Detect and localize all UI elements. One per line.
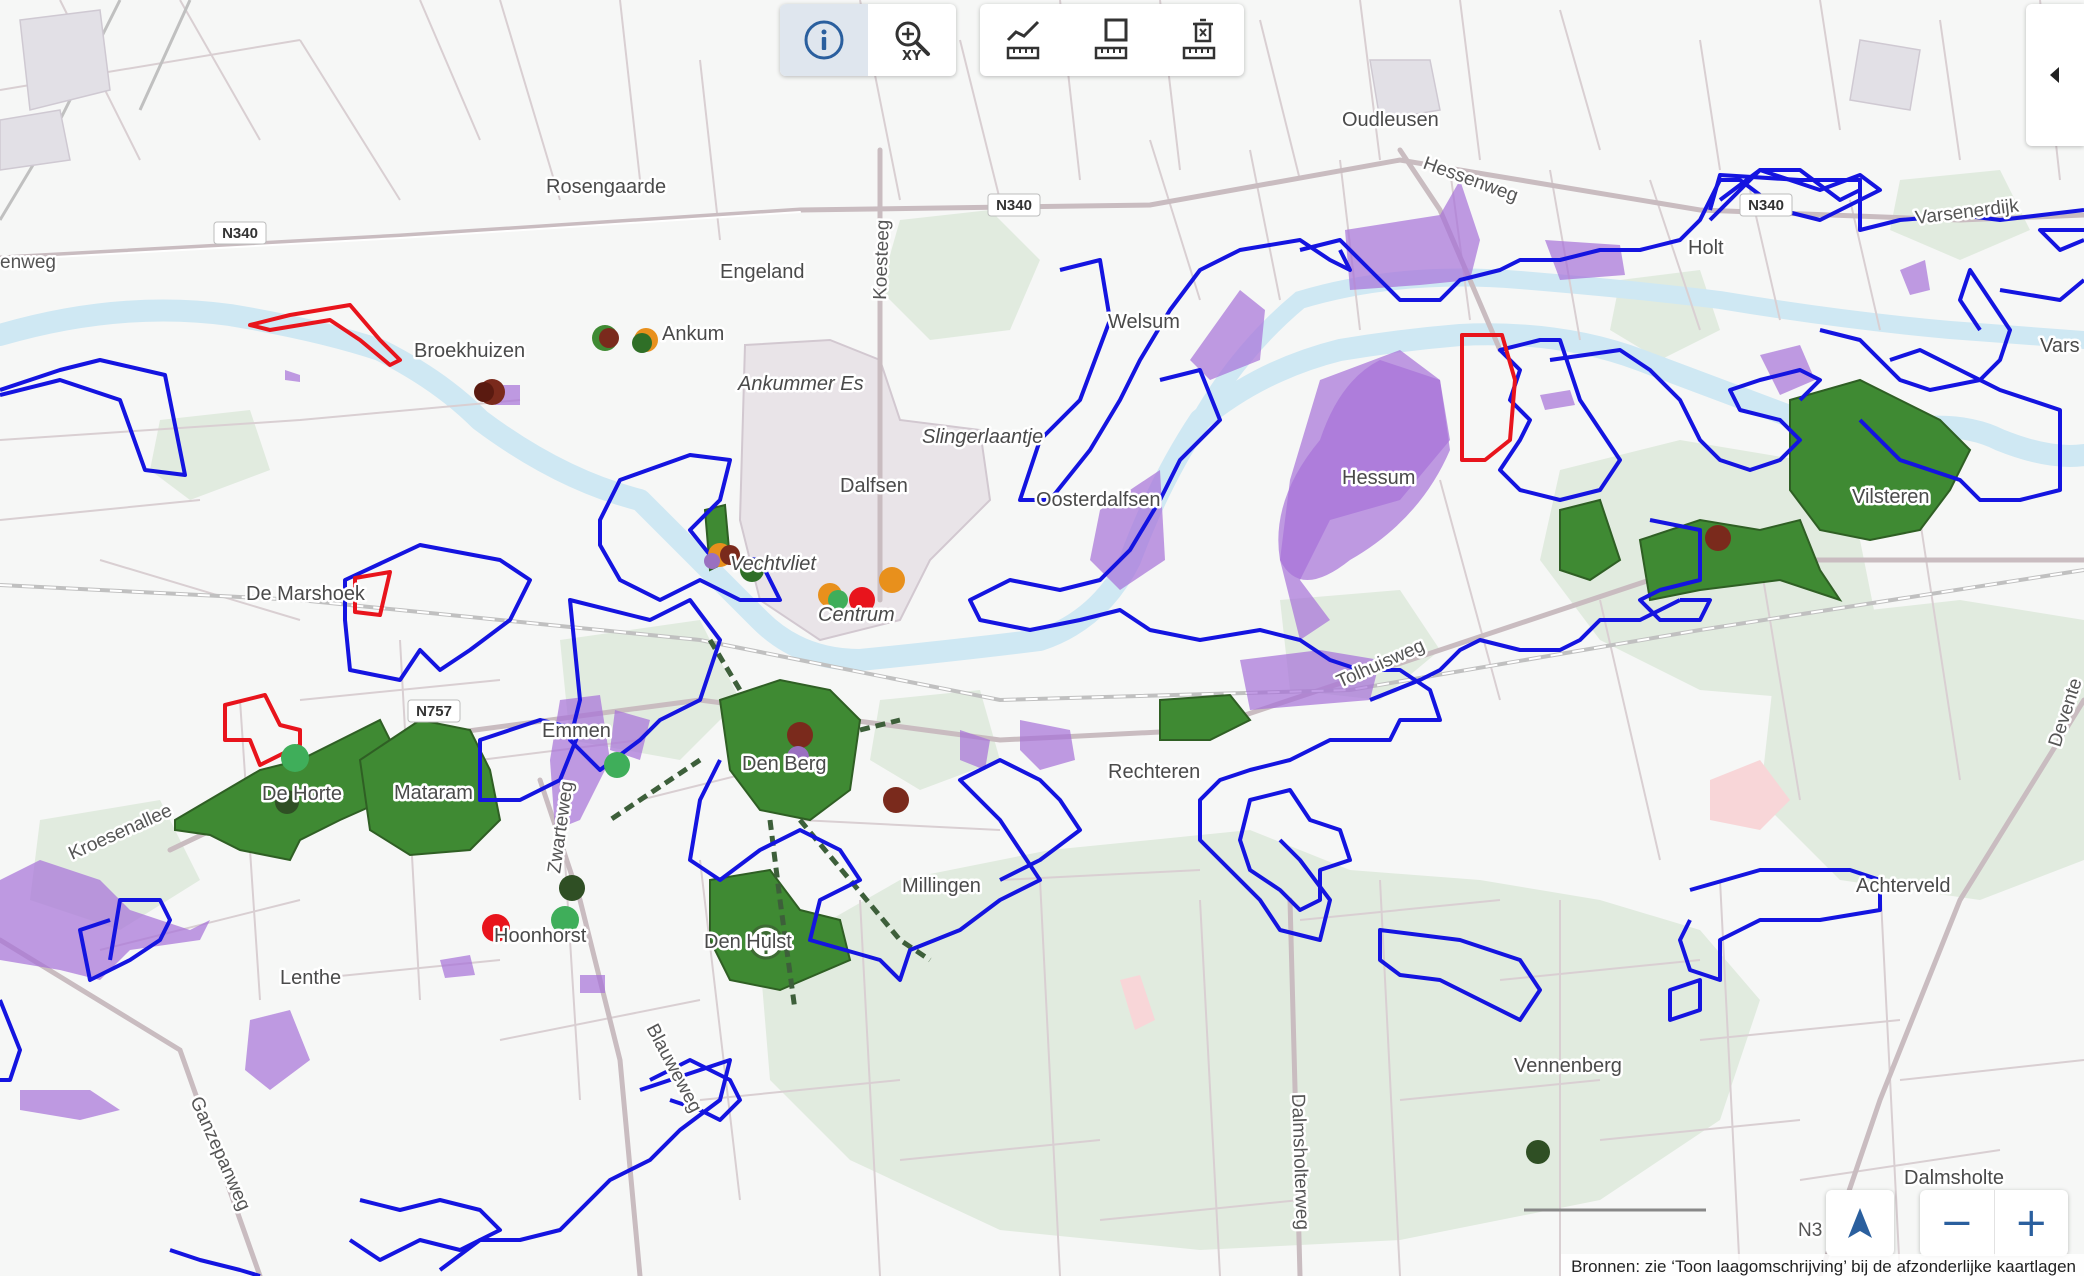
ruler-trash-icon [1182, 18, 1216, 60]
svg-text:Welsum: Welsum [1108, 311, 1180, 333]
road-shield: N340 [213, 221, 267, 245]
svg-text:Emmen: Emmen [542, 720, 611, 742]
navigation-arrow-icon [1848, 1208, 1872, 1238]
svg-text:Oosterdalfsen: Oosterdalfsen [1036, 489, 1161, 511]
toolbar-tools: XY [780, 4, 956, 76]
svg-text:N3: N3 [1798, 1220, 1822, 1241]
svg-text:Mataram: Mataram [394, 782, 473, 804]
svg-text:enweg: enweg [0, 252, 56, 273]
svg-text:Vechtvliet: Vechtvliet [730, 553, 817, 575]
ruler-line-icon [1006, 20, 1040, 60]
svg-text:Vars: Vars [2040, 335, 2080, 357]
svg-text:Holt: Holt [1688, 237, 1724, 259]
zoom-out-button[interactable]: − [1920, 1190, 1994, 1256]
svg-text:Koesteeg: Koesteeg [870, 219, 894, 300]
toolbar-measure [980, 4, 1244, 76]
svg-text:De Marshoek: De Marshoek [246, 583, 366, 605]
svg-text:Broekhuizen: Broekhuizen [414, 340, 525, 362]
svg-text:Hessum: Hessum [1342, 467, 1415, 489]
svg-text:N340: N340 [222, 225, 258, 242]
measure-area-button[interactable] [1068, 4, 1156, 76]
measure-clear-button[interactable] [1156, 4, 1244, 76]
ruler-square-icon [1094, 18, 1128, 60]
svg-text:Oudleusen: Oudleusen [1342, 109, 1439, 131]
svg-text:Vennenberg: Vennenberg [1514, 1055, 1622, 1077]
info-button[interactable] [780, 4, 868, 76]
svg-text:Slingerlaantje: Slingerlaantje [922, 426, 1043, 448]
tree-marker [883, 787, 909, 813]
svg-text:N340: N340 [996, 197, 1032, 214]
svg-text:N757: N757 [416, 703, 452, 720]
svg-text:Rechteren: Rechteren [1108, 761, 1200, 783]
caret-left-icon [2050, 67, 2059, 83]
tree-marker [604, 752, 630, 778]
svg-text:Engeland: Engeland [720, 261, 805, 283]
svg-text:Achterveld: Achterveld [1856, 875, 1951, 897]
svg-text:Dalmsholte: Dalmsholte [1904, 1167, 2004, 1189]
svg-text:Rosengaarde: Rosengaarde [546, 176, 666, 198]
svg-text:Ankum: Ankum [662, 323, 724, 345]
measure-line-button[interactable] [980, 4, 1068, 76]
road-shield: N340 [1739, 193, 1793, 217]
road-shield: N757 [407, 699, 461, 723]
svg-text:Vilsteren: Vilsteren [1852, 486, 1929, 508]
zoom-controls: − + [1920, 1190, 2068, 1256]
svg-text:Hoonhorst: Hoonhorst [494, 925, 587, 947]
svg-text:Ankummer Es: Ankummer Es [737, 373, 864, 395]
tree-marker [1705, 525, 1731, 551]
info-circle-icon [804, 20, 844, 60]
tree-marker [281, 744, 309, 772]
tree-marker [1526, 1140, 1550, 1164]
svg-text:De Horte: De Horte [262, 783, 342, 805]
magnifier-xy-icon: XY [895, 21, 930, 62]
svg-text:N340: N340 [1748, 197, 1784, 214]
tree-marker [787, 722, 813, 748]
svg-text:Den Berg: Den Berg [742, 753, 827, 775]
map-attribution: Bronnen: zie ‘Toon laagomschrijving’ bij… [1561, 1254, 2084, 1276]
tree-marker [879, 567, 905, 593]
side-panel-toggle[interactable] [2026, 4, 2084, 146]
svg-text:Centrum: Centrum [818, 604, 895, 626]
svg-text:Den Hulst: Den Hulst [704, 931, 792, 953]
tree-marker [559, 875, 585, 901]
svg-text:Millingen: Millingen [902, 875, 981, 897]
map-canvas[interactable]: Oudleusen Rosengaarde Engeland Broekhuiz… [0, 0, 2084, 1276]
road-shield: N340 [987, 193, 1041, 217]
svg-text:XY: XY [902, 49, 922, 62]
svg-text:Dalfsen: Dalfsen [840, 475, 908, 497]
svg-text:Lenthe: Lenthe [280, 967, 341, 989]
locate-button[interactable] [1826, 1190, 1894, 1256]
zoom-to-xy-button[interactable]: XY [868, 4, 956, 76]
zoom-in-button[interactable]: + [1993, 1190, 2069, 1256]
